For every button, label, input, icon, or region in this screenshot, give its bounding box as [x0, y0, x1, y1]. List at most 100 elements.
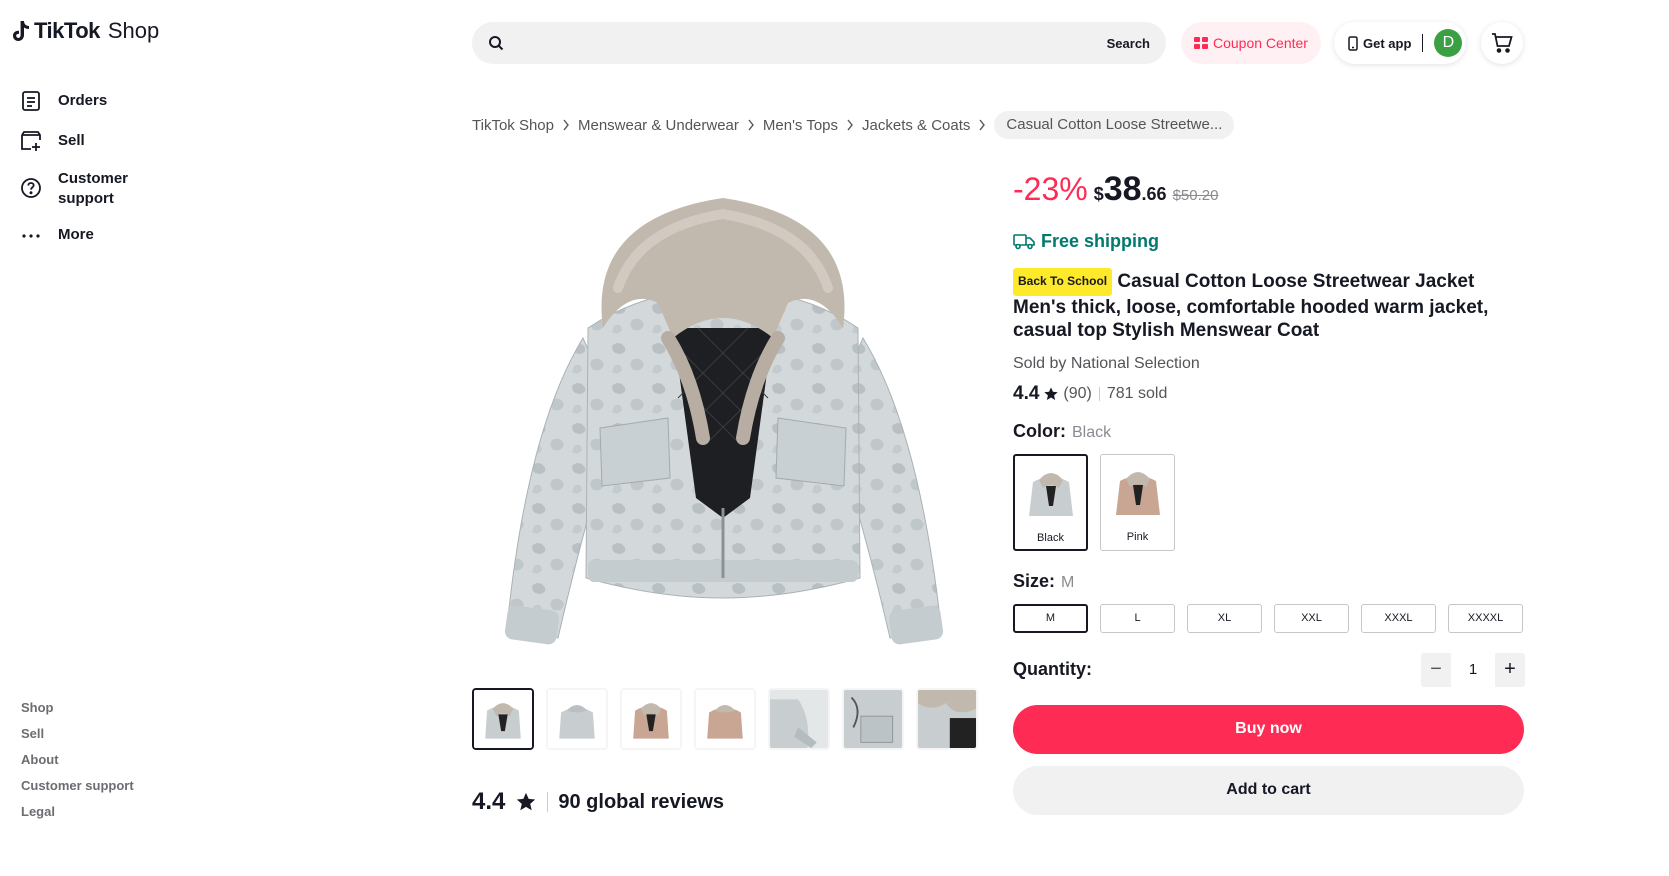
size-option-xxxl[interactable]: XXXL: [1361, 603, 1436, 633]
selected-size: M: [1061, 573, 1075, 591]
quantity-label: Quantity:: [1013, 659, 1092, 679]
sidebar-item-customer-support[interactable]: Customer support: [20, 164, 180, 213]
free-shipping-label: Free shipping: [1041, 230, 1160, 251]
breadcrumb-item[interactable]: Menswear & Underwear: [578, 117, 739, 134]
thumbnail-5[interactable]: [768, 688, 830, 750]
buy-now-button[interactable]: Buy now: [1013, 704, 1524, 754]
size-option-xl[interactable]: XL: [1187, 603, 1262, 633]
orders-icon: [22, 91, 40, 111]
size-option-l[interactable]: L: [1100, 603, 1175, 633]
global-reviews-link[interactable]: 90 global reviews: [558, 791, 724, 814]
sidebar-item-label: Customer support: [58, 170, 129, 207]
breadcrumb-item[interactable]: TikTok Shop: [472, 117, 554, 134]
tiktok-note-icon: [13, 21, 29, 41]
product-main-image[interactable]: [488, 178, 958, 658]
thumbnail-6[interactable]: [842, 688, 904, 750]
reviews-rating-value: 4.4: [472, 788, 506, 815]
size-option-xxl[interactable]: XXL: [1274, 603, 1349, 633]
breadcrumb-item[interactable]: Men's Tops: [763, 117, 838, 134]
sidebar-item-orders[interactable]: Orders: [20, 86, 107, 116]
coupon-center-button[interactable]: Coupon Center: [1181, 22, 1321, 64]
color-option-label: Pink: [1126, 530, 1149, 543]
avatar[interactable]: D: [1434, 29, 1463, 57]
color-swatch-image: [1028, 472, 1073, 516]
discount-percent: -23%: [1013, 171, 1088, 207]
product-thumbnails: [472, 688, 978, 750]
brand-name: TikTok: [34, 18, 100, 43]
coupon-center-label: Coupon Center: [1213, 35, 1308, 51]
current-price: $38.66: [1094, 170, 1167, 209]
size-label: Size: M: [1013, 571, 1525, 592]
size-option-xxxxl[interactable]: XXXXL: [1448, 603, 1523, 633]
cart-button[interactable]: [1481, 22, 1523, 64]
cart-icon: [1492, 33, 1513, 53]
chevron-right-icon: [748, 119, 754, 131]
rating-value: 4.4: [1013, 382, 1040, 404]
thumbnail-1[interactable]: [472, 688, 534, 750]
thumbnail-7[interactable]: [916, 688, 978, 750]
price-decimal: .66: [1141, 184, 1167, 204]
sidebar-item-more[interactable]: More: [20, 220, 94, 250]
color-label: Color: Black: [1013, 421, 1525, 442]
color-option-black[interactable]: Black: [1013, 453, 1088, 551]
color-label-text: Color:: [1013, 420, 1066, 441]
seller-link[interactable]: Sold by National Selection: [1013, 355, 1525, 373]
search-bar: Search: [472, 22, 1166, 64]
thumbnail-3[interactable]: [620, 688, 682, 750]
get-app-button[interactable]: Get app D: [1334, 22, 1466, 64]
rating-row: 4.4 (90) 781 sold: [1013, 383, 1525, 405]
search-button[interactable]: Search: [1107, 36, 1150, 51]
chevron-right-icon: [847, 119, 853, 131]
footer-link-legal[interactable]: Legal: [21, 802, 134, 828]
sidebar-item-label: More: [58, 226, 94, 243]
product-title: Back To School Casual Cotton Loose Stree…: [1013, 268, 1525, 343]
product-info: -23% $38.66 $50.20 Free shipping Back To…: [1013, 170, 1525, 815]
currency-symbol: $: [1093, 184, 1104, 204]
quantity-value[interactable]: 1: [1451, 652, 1495, 687]
free-shipping: Free shipping: [1013, 228, 1525, 254]
sold-count: 781 sold: [1106, 384, 1168, 402]
search-input[interactable]: [514, 35, 1107, 51]
tiktok-shop-logo[interactable]: TikTok Shop: [12, 18, 159, 44]
promo-badge: Back To School: [1013, 268, 1113, 296]
phone-icon: [1348, 35, 1358, 51]
chevron-right-icon: [979, 119, 986, 131]
size-option-m[interactable]: M: [1013, 603, 1088, 633]
original-price: $50.20: [1172, 187, 1219, 204]
selected-color: Black: [1072, 423, 1112, 441]
color-options: Black Pink: [1013, 453, 1525, 551]
divider: [1098, 386, 1100, 401]
quantity-stepper: − 1 +: [1421, 652, 1525, 687]
size-label-text: Size:: [1013, 570, 1056, 591]
footer-link-customer-support[interactable]: Customer support: [21, 776, 134, 802]
search-icon: [489, 36, 504, 51]
divider: [547, 792, 549, 812]
thumbnail-4[interactable]: [694, 688, 756, 750]
rating-count[interactable]: (90): [1063, 385, 1091, 403]
quantity-row: Quantity: − 1 +: [1013, 652, 1525, 687]
footer-link-shop[interactable]: Shop: [21, 698, 134, 724]
sell-icon: [21, 131, 41, 151]
price-integer: 38: [1103, 170, 1142, 208]
reviews-summary: 4.4 90 global reviews: [472, 788, 724, 816]
color-swatch-image: [1115, 471, 1160, 515]
truck-icon: [1013, 234, 1035, 250]
help-icon: [21, 178, 41, 198]
sidebar-footer-links: Shop Sell About Customer support Legal: [21, 698, 134, 828]
increment-button[interactable]: +: [1495, 658, 1525, 681]
footer-link-sell[interactable]: Sell: [21, 724, 134, 750]
breadcrumb-item[interactable]: Jackets & Coats: [862, 117, 970, 134]
decrement-button[interactable]: −: [1421, 658, 1451, 681]
brand-suffix: Shop: [107, 18, 160, 43]
sidebar-item-sell[interactable]: Sell: [20, 126, 85, 156]
star-icon: [517, 792, 536, 811]
breadcrumb-current: Casual Cotton Loose Streetwe...: [994, 111, 1235, 139]
color-option-pink[interactable]: Pink: [1100, 453, 1175, 551]
more-icon: [22, 234, 40, 238]
coupon-icon: [1194, 37, 1208, 49]
thumbnail-2[interactable]: [546, 688, 608, 750]
sidebar-item-label: Orders: [58, 92, 108, 109]
price-row: -23% $38.66 $50.20: [1013, 170, 1525, 220]
add-to-cart-button[interactable]: Add to cart: [1013, 765, 1524, 815]
footer-link-about[interactable]: About: [21, 750, 134, 776]
